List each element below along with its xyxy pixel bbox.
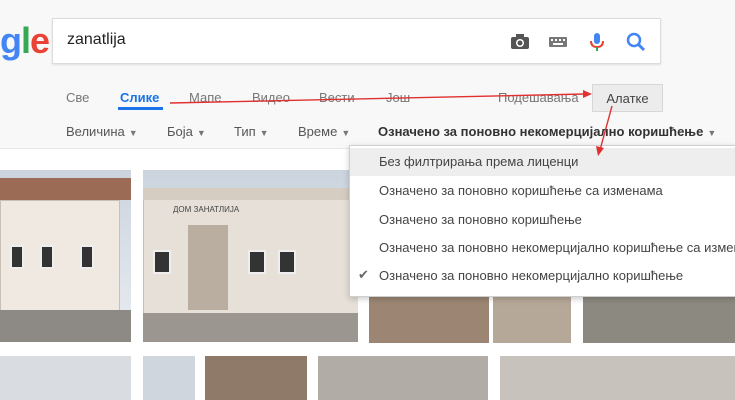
filter-size[interactable]: Величина ▼ — [66, 124, 138, 139]
image-thumbnail[interactable] — [0, 356, 131, 400]
tab-news[interactable]: Вести — [319, 90, 355, 105]
dropdown-caret-icon: ▼ — [707, 128, 717, 138]
tab-images[interactable]: Слике — [120, 90, 159, 105]
image-thumbnail[interactable] — [0, 170, 131, 342]
checkmark-icon: ✔ — [358, 267, 369, 282]
image-thumbnail[interactable] — [369, 293, 489, 343]
usage-rights-dropdown: Без филтрирања према лиценци Означено за… — [349, 145, 735, 297]
filter-type[interactable]: Тип ▼ — [234, 124, 269, 139]
tab-all[interactable]: Све — [66, 90, 89, 105]
menu-item-reuse-with-modification[interactable]: Означено за поновно коришћење са изменам… — [350, 177, 735, 205]
image-thumbnail[interactable] — [318, 356, 488, 400]
tools-button[interactable]: Алатке — [592, 84, 663, 112]
dropdown-caret-icon: ▼ — [259, 128, 269, 138]
filter-time[interactable]: Време ▼ — [298, 124, 350, 139]
image-thumbnail[interactable]: ДОМ ЗАНАТЛИЈА — [143, 170, 358, 342]
image-thumbnail[interactable] — [493, 293, 571, 343]
tab-maps[interactable]: Мапе — [189, 90, 221, 105]
tab-more[interactable]: Још — [386, 90, 410, 105]
dropdown-caret-icon: ▼ — [128, 128, 138, 138]
search-input[interactable]: zanatlija — [67, 31, 126, 49]
mic-icon[interactable] — [586, 31, 608, 53]
filter-usage-rights[interactable]: Означено за поновно некомерцијално кориш… — [378, 124, 716, 139]
menu-item-noncommercial-reuse-with-modification[interactable]: Означено за поновно некомерцијално кориш… — [350, 234, 735, 262]
search-box[interactable]: zanatlija — [52, 18, 661, 64]
filter-color[interactable]: Боја ▼ — [167, 124, 206, 139]
active-tab-indicator — [118, 107, 163, 110]
menu-item-reuse[interactable]: Означено за поновно коришћење — [350, 206, 735, 234]
dropdown-caret-icon: ▼ — [341, 128, 351, 138]
image-thumbnail[interactable] — [500, 356, 735, 400]
google-logo[interactable]: gle — [0, 20, 50, 62]
tab-settings[interactable]: Подешавања — [498, 90, 579, 105]
camera-icon[interactable] — [509, 31, 531, 53]
keyboard-icon[interactable] — [547, 31, 569, 53]
menu-item-no-license-filter[interactable]: Без филтрирања према лиценци — [350, 148, 735, 176]
image-thumbnail[interactable] — [583, 293, 735, 343]
building-sign: ДОМ ЗАНАТЛИЈА — [173, 205, 240, 214]
menu-item-noncommercial-reuse[interactable]: ✔ Означено за поновно некомерцијално кор… — [350, 262, 735, 290]
search-icon[interactable] — [625, 31, 647, 53]
image-thumbnail[interactable] — [205, 356, 307, 400]
tab-video[interactable]: Видео — [252, 90, 290, 105]
image-thumbnail[interactable] — [143, 356, 195, 400]
dropdown-caret-icon: ▼ — [196, 128, 206, 138]
